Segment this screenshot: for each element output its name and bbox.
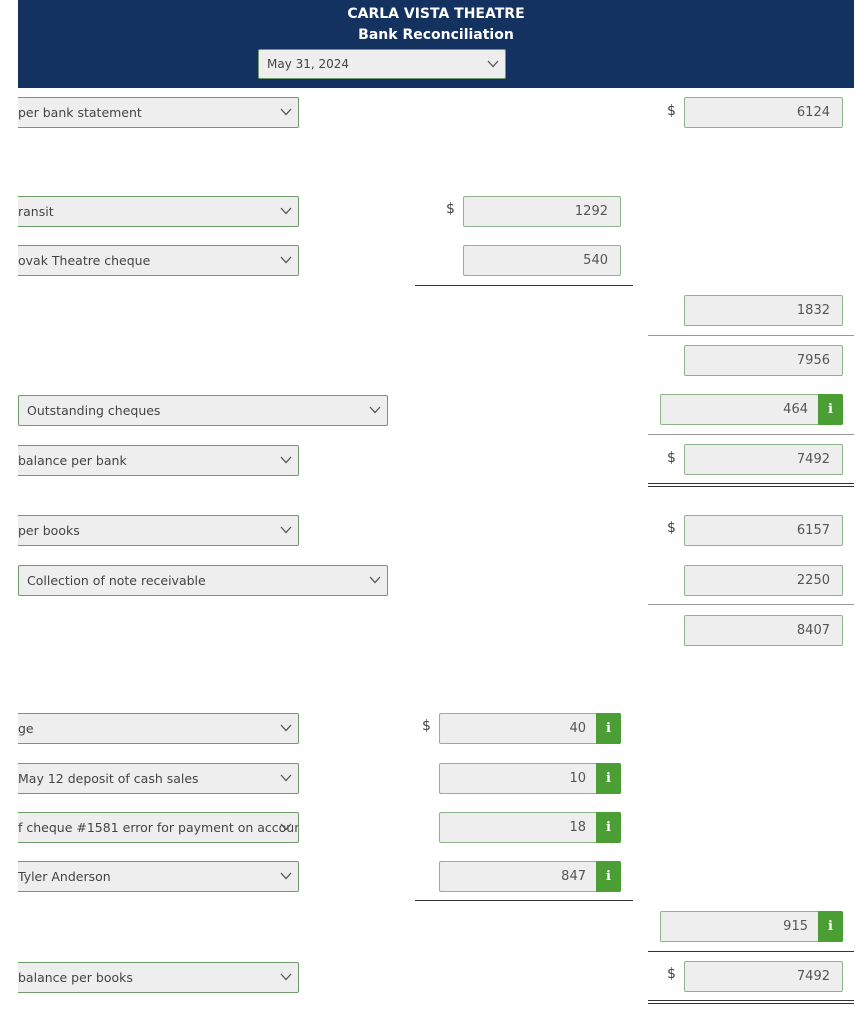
account-select-outstanding-cheques[interactable]: Outstanding cheques bbox=[18, 395, 388, 426]
account-select-cheque-1581-error[interactable]: f cheque #1581 error for payment on acco… bbox=[18, 812, 299, 843]
report-title: Bank Reconciliation bbox=[358, 27, 514, 43]
dollar-sign: $ bbox=[667, 450, 676, 466]
chevron-down-icon bbox=[280, 107, 292, 117]
account-select-deposits-in-transit[interactable]: ransit bbox=[18, 196, 299, 227]
account-select-adjusted-balance-books[interactable]: balance per books bbox=[18, 962, 299, 993]
account-select-collection-note[interactable]: Collection of note receivable bbox=[18, 565, 388, 596]
amount-input[interactable]: 18 i bbox=[439, 812, 621, 843]
info-icon[interactable]: i bbox=[596, 763, 621, 794]
dollar-sign: $ bbox=[667, 103, 676, 119]
amount-input[interactable]: 464 i bbox=[660, 394, 843, 425]
select-value: per books bbox=[18, 523, 80, 538]
subtotal-rule bbox=[648, 951, 854, 952]
dollar-sign: $ bbox=[422, 718, 431, 734]
amount-value: 915 bbox=[783, 919, 808, 934]
subtotal-rule bbox=[415, 900, 633, 901]
amount-input[interactable]: 7492 bbox=[684, 444, 843, 475]
amount-input[interactable]: 6157 bbox=[684, 515, 843, 546]
amount-input[interactable]: 2250 bbox=[684, 565, 843, 596]
amount-input[interactable]: 7492 bbox=[684, 961, 843, 992]
select-value: ransit bbox=[18, 204, 54, 219]
account-select-may12-deposit[interactable]: May 12 deposit of cash sales bbox=[18, 763, 299, 794]
amount-input[interactable]: 915 i bbox=[660, 911, 843, 942]
subtotal-rule bbox=[648, 335, 854, 336]
select-value: f cheque #1581 error for payment on acco… bbox=[18, 820, 299, 835]
account-select-tyler-anderson[interactable]: Tyler Anderson bbox=[18, 861, 299, 892]
info-icon[interactable]: i bbox=[596, 861, 621, 892]
select-value: balance per bank bbox=[18, 453, 127, 468]
amount-input[interactable]: 7956 bbox=[684, 345, 843, 376]
account-select-service-charge[interactable]: ge bbox=[18, 713, 299, 744]
chevron-down-icon bbox=[280, 871, 292, 881]
amount-input[interactable]: 1832 bbox=[684, 295, 843, 326]
subtotal-rule bbox=[648, 434, 854, 435]
amount-input[interactable]: 6124 bbox=[684, 97, 843, 128]
amount-input[interactable]: 8407 bbox=[684, 615, 843, 646]
account-select-bank-statement[interactable]: per bank statement bbox=[18, 97, 299, 128]
amount-input[interactable]: 10 i bbox=[439, 763, 621, 794]
amount-input[interactable]: 40 i bbox=[439, 713, 621, 744]
chevron-down-icon bbox=[280, 455, 292, 465]
select-value: ge bbox=[18, 721, 34, 736]
total-double-rule bbox=[648, 1000, 854, 1004]
info-icon[interactable]: i bbox=[596, 812, 621, 843]
chevron-down-icon bbox=[369, 575, 381, 585]
amount-value: 18 bbox=[569, 820, 586, 835]
amount-value: 464 bbox=[783, 402, 808, 417]
select-value: Collection of note receivable bbox=[27, 573, 206, 588]
chevron-down-icon bbox=[280, 255, 292, 265]
select-value: Tyler Anderson bbox=[18, 869, 111, 884]
amount-input[interactable]: 847 i bbox=[439, 861, 621, 892]
chevron-down-icon bbox=[280, 822, 292, 832]
account-select-adjusted-balance-bank[interactable]: balance per bank bbox=[18, 445, 299, 476]
select-value: per bank statement bbox=[18, 105, 142, 120]
date-select-value: May 31, 2024 bbox=[267, 57, 350, 71]
chevron-down-icon bbox=[280, 525, 292, 535]
info-icon[interactable]: i bbox=[596, 713, 621, 744]
subtotal-rule bbox=[648, 604, 854, 605]
subtotal-rule bbox=[415, 285, 633, 286]
account-select-balance-per-books[interactable]: per books bbox=[18, 515, 299, 546]
select-value: balance per books bbox=[18, 970, 133, 985]
select-value: Outstanding cheques bbox=[27, 403, 161, 418]
amount-input[interactable]: 1292 bbox=[463, 196, 621, 227]
chevron-down-icon bbox=[280, 206, 292, 216]
select-value: May 12 deposit of cash sales bbox=[18, 771, 199, 786]
account-select-novak-cheque[interactable]: ovak Theatre cheque bbox=[18, 245, 299, 276]
chevron-down-icon bbox=[280, 773, 292, 783]
chevron-down-icon bbox=[369, 405, 381, 415]
amount-value: 40 bbox=[569, 721, 586, 736]
chevron-down-icon bbox=[487, 59, 499, 69]
info-icon[interactable]: i bbox=[818, 911, 843, 942]
select-value: ovak Theatre cheque bbox=[18, 253, 151, 268]
amount-value: 10 bbox=[569, 771, 586, 786]
dollar-sign: $ bbox=[667, 966, 676, 982]
dollar-sign: $ bbox=[667, 520, 676, 536]
chevron-down-icon bbox=[280, 723, 292, 733]
company-name: CARLA VISTA THEATRE bbox=[347, 6, 525, 22]
info-icon[interactable]: i bbox=[818, 394, 843, 425]
chevron-down-icon bbox=[280, 972, 292, 982]
total-double-rule bbox=[648, 483, 854, 487]
amount-input[interactable]: 540 bbox=[463, 245, 621, 276]
amount-value: 847 bbox=[561, 869, 586, 884]
date-select[interactable]: May 31, 2024 bbox=[258, 49, 506, 79]
dollar-sign: $ bbox=[446, 201, 455, 217]
